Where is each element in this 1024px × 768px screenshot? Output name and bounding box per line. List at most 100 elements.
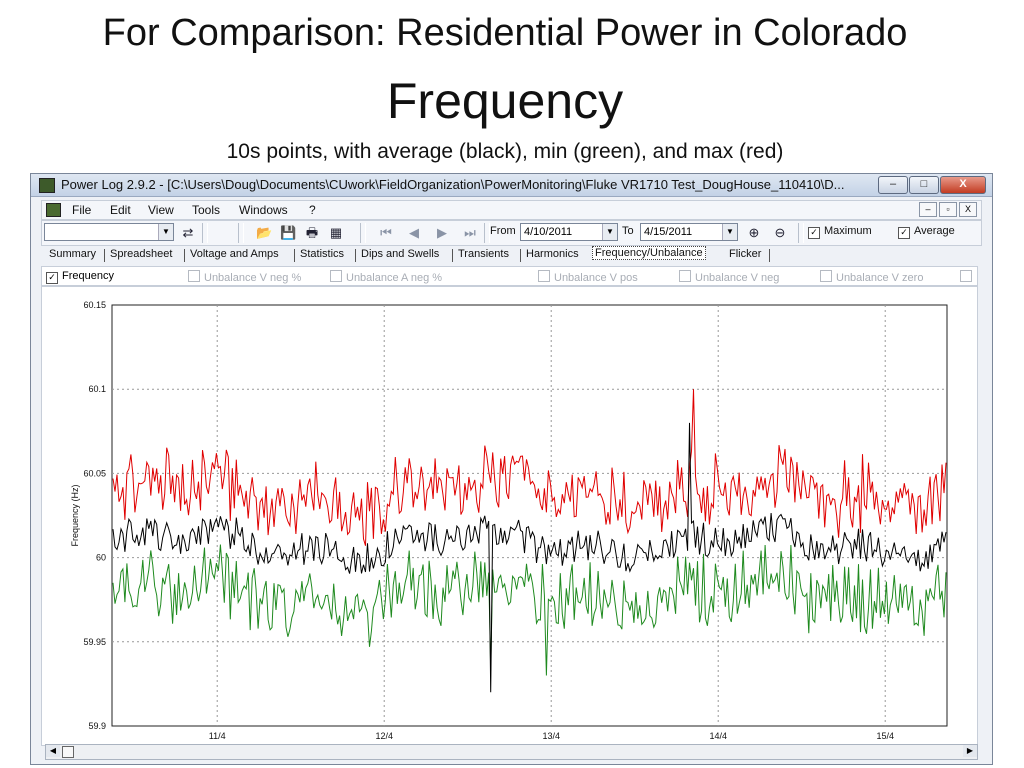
maximum-label: Maximum: [824, 225, 872, 237]
tab-harmonics[interactable]: Harmonics: [526, 248, 579, 260]
scroll-right-icon[interactable]: ▶: [963, 745, 977, 757]
from-date-value: 4/10/2011: [524, 226, 573, 238]
x-tick-label: 11/4: [209, 731, 226, 741]
y-tick-label: 60.15: [83, 300, 106, 310]
unbalance-v-pos-checkbox[interactable]: Unbalance V pos: [538, 270, 638, 284]
menu-edit[interactable]: Edit: [110, 203, 131, 217]
y-tick-label: 60: [96, 553, 106, 563]
first-page-icon[interactable]: ⏮: [378, 225, 394, 241]
tab-flicker[interactable]: Flicker: [729, 248, 761, 260]
y-tick-label: 59.95: [83, 637, 106, 647]
tab-separator: [104, 249, 105, 262]
mdi-restore-button[interactable]: ▫: [939, 202, 957, 217]
mdi-close-button[interactable]: X: [959, 202, 977, 217]
close-button[interactable]: X: [940, 176, 986, 194]
frequency-checkbox[interactable]: ✓ Frequency: [46, 270, 114, 284]
chevron-down-icon: ▼: [158, 224, 173, 240]
save-icon[interactable]: 💾: [280, 225, 296, 241]
to-date-value: 4/15/2011: [644, 226, 693, 238]
extra-checkbox[interactable]: [960, 270, 976, 284]
y-tick-label: 60.1: [88, 384, 106, 394]
checkbox-box: [188, 270, 200, 282]
checkbox-box: [330, 270, 342, 282]
menu-file[interactable]: File: [72, 203, 91, 217]
y-tick-label: 60.05: [83, 468, 106, 478]
unbalance-v-neg-pct-label: Unbalance V neg %: [204, 272, 302, 284]
to-label: To: [622, 225, 634, 237]
slide-title: For Comparison: Residential Power in Col…: [102, 12, 908, 54]
zoom-in-icon[interactable]: ⊕: [746, 225, 762, 241]
print-icon[interactable]: 🖶: [304, 225, 320, 241]
checkbox-box: [538, 270, 550, 282]
connect-icon[interactable]: ⇄: [180, 225, 196, 241]
power-log-window: Power Log 2.9.2 - [C:\Users\Doug\Documen…: [30, 173, 993, 765]
menu-windows[interactable]: Windows: [239, 203, 288, 217]
checkbox-box: [960, 270, 972, 282]
tab-spreadsheet[interactable]: Spreadsheet: [110, 248, 172, 260]
tab-separator: [520, 249, 521, 262]
maximize-button[interactable]: □: [909, 176, 939, 194]
from-date-picker[interactable]: 4/10/2011 ▼: [520, 223, 618, 241]
maximum-checkbox[interactable]: ✓ Maximum: [808, 225, 872, 239]
toolbar-separator: [360, 223, 366, 243]
unbalance-a-neg-pct-checkbox[interactable]: Unbalance A neg %: [330, 270, 442, 284]
unbalance-v-neg-pct-checkbox[interactable]: Unbalance V neg %: [188, 270, 301, 284]
to-date-picker[interactable]: 4/15/2011 ▼: [640, 223, 738, 241]
average-label: Average: [914, 225, 955, 237]
toolbar-separator: [798, 223, 804, 243]
chevron-down-icon: ▼: [602, 224, 617, 240]
y-tick-label: 59.9: [88, 721, 106, 731]
tab-separator: [294, 249, 295, 262]
scroll-thumb[interactable]: [62, 746, 74, 758]
x-tick-label: 14/4: [709, 731, 727, 741]
export-icon[interactable]: ▦: [328, 225, 344, 241]
tab-dips-and-swells[interactable]: Dips and Swells: [361, 248, 439, 260]
slide-heading: Frequency: [386, 73, 624, 129]
frequency-chart: 60.15 60.1 60.05 60 59.95 59.9 11/4 12/4 13/4 14/…: [70, 300, 948, 741]
unbalance-a-neg-pct-label: Unbalance A neg %: [346, 272, 443, 284]
toolbar-separator: [202, 223, 208, 243]
tab-voltage-and-amps[interactable]: Voltage and Amps: [190, 248, 279, 260]
check-icon: ✓: [898, 227, 910, 239]
tab-separator: [452, 249, 453, 262]
horizontal-scrollbar[interactable]: ◀ ▶: [45, 744, 978, 760]
menu-help[interactable]: ?: [309, 203, 316, 217]
app-icon: [39, 178, 55, 193]
check-icon: ✓: [46, 272, 58, 284]
unbalance-v-neg-checkbox[interactable]: Unbalance V neg: [679, 270, 779, 284]
unbalance-v-zero-label: Unbalance V zero: [836, 272, 924, 284]
view-selector-combo[interactable]: ▼: [44, 223, 174, 241]
x-tick-label: 12/4: [375, 731, 393, 741]
x-tick-label: 13/4: [542, 731, 560, 741]
average-checkbox[interactable]: ✓ Average: [898, 225, 955, 239]
tab-transients[interactable]: Transients: [458, 248, 509, 260]
zoom-out-icon[interactable]: ⊖: [772, 225, 788, 241]
frequency-chart-panel: 60.15 60.1 60.05 60 59.95 59.9 11/4 12/4 13/4 14/…: [41, 286, 978, 746]
tab-statistics[interactable]: Statistics: [300, 248, 344, 260]
open-folder-icon[interactable]: 📂: [256, 225, 272, 241]
menu-view[interactable]: View: [148, 203, 174, 217]
scroll-left-icon[interactable]: ◀: [46, 745, 60, 757]
unbalance-v-pos-label: Unbalance V pos: [554, 272, 638, 284]
last-page-icon[interactable]: ⏭: [462, 225, 478, 241]
menu-tools[interactable]: Tools: [192, 203, 220, 217]
previous-page-icon[interactable]: ◀: [406, 225, 422, 241]
toolbar-separator: [238, 223, 244, 243]
tab-summary[interactable]: Summary: [49, 248, 96, 260]
tab-separator: [769, 249, 770, 262]
minimize-button[interactable]: –: [878, 176, 908, 194]
mdi-minimize-button[interactable]: –: [919, 202, 937, 217]
document-icon: [46, 203, 61, 217]
check-icon: ✓: [808, 227, 820, 239]
checkbox-box: [820, 270, 832, 282]
y-axis-label: Frequency (Hz): [70, 484, 80, 546]
x-tick-label: 15/4: [876, 731, 894, 741]
unbalance-v-zero-checkbox[interactable]: Unbalance V zero: [820, 270, 923, 284]
checkbox-box: [679, 270, 691, 282]
tab-frequency-unbalance[interactable]: Frequency/Unbalance: [592, 246, 706, 260]
plot-frame: [111, 304, 948, 727]
next-page-icon[interactable]: ▶: [434, 225, 450, 241]
from-label: From: [490, 225, 516, 237]
window-titlebar[interactable]: Power Log 2.9.2 - [C:\Users\Doug\Documen…: [31, 174, 992, 197]
toolbar: ▼ ⇄ 📂 💾 🖶 ▦ ⏮ ◀ ▶ ⏭ From 4/10/2011 ▼ To …: [41, 220, 982, 246]
